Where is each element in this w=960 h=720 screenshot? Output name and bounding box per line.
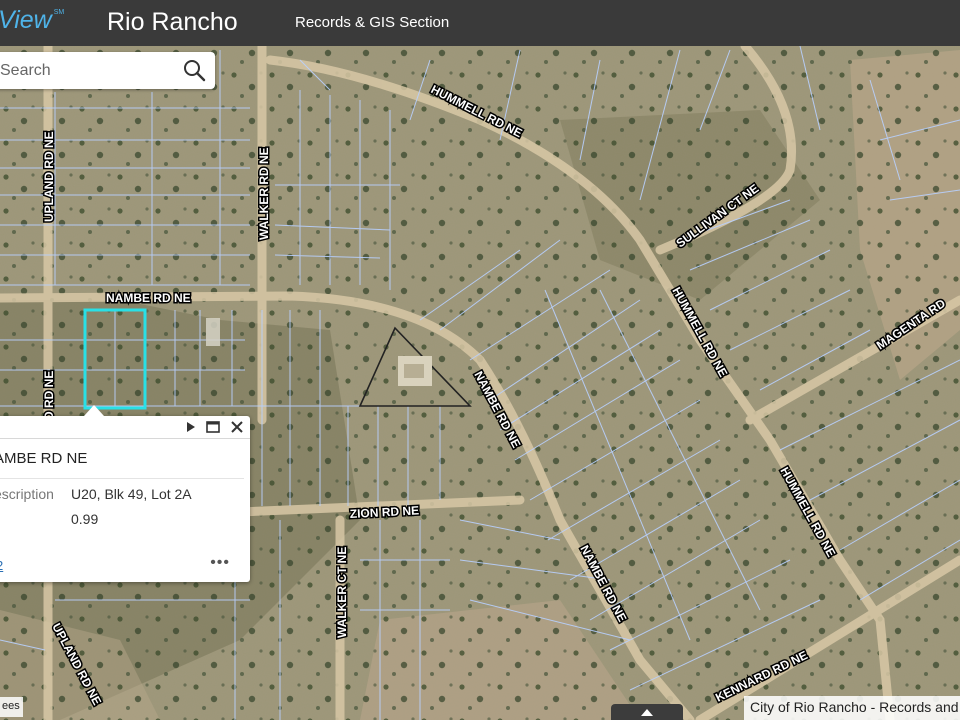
section-title: Records & GIS Section — [295, 14, 450, 31]
popup-field-value: U20, Blk 49, Lot 2A — [71, 486, 192, 502]
city-title: Rio Rancho — [107, 8, 238, 36]
expand-panel-button[interactable] — [611, 704, 683, 720]
popup-field-label: escription — [0, 486, 54, 502]
map-attribution: City of Rio Rancho - Records and — [744, 696, 960, 720]
close-icon[interactable] — [229, 419, 245, 435]
search-bar — [0, 52, 215, 89]
popup-pointer — [84, 405, 104, 416]
map-view[interactable]: HUMMELL RD NE SULLIVAN CT NE HUMMELL RD … — [0, 46, 960, 720]
play-icon[interactable] — [182, 419, 198, 435]
maximize-icon[interactable] — [205, 419, 221, 435]
popup-title: AMBE RD NE — [0, 450, 88, 467]
feature-popup: AMBE RD NE escription U20, Blk 49, Lot 2… — [0, 416, 250, 582]
road-label: WALKER RD NE — [257, 147, 271, 240]
popup-divider — [0, 478, 244, 479]
popup-toolbar — [0, 416, 250, 439]
road-label: NAMBE RD NE — [106, 291, 191, 305]
search-input[interactable] — [0, 57, 172, 85]
search-icon — [184, 60, 206, 82]
road-label: WALKER CT NE — [335, 547, 349, 638]
basemap-attribution: ees — [0, 697, 23, 717]
popup-zoom-link[interactable]: 2 — [0, 558, 3, 573]
more-options-button[interactable]: ••• — [210, 554, 230, 572]
popup-field-value: 0.99 — [71, 511, 99, 527]
app-header: View SM Rio Rancho Records & GIS Section — [0, 0, 960, 46]
search-button[interactable] — [179, 55, 211, 86]
road-label: UPLAND RD NE — [42, 131, 56, 222]
road-label: D RD NE — [42, 371, 56, 420]
app-logo[interactable]: View SM — [0, 6, 64, 35]
chevron-up-icon — [641, 709, 653, 716]
